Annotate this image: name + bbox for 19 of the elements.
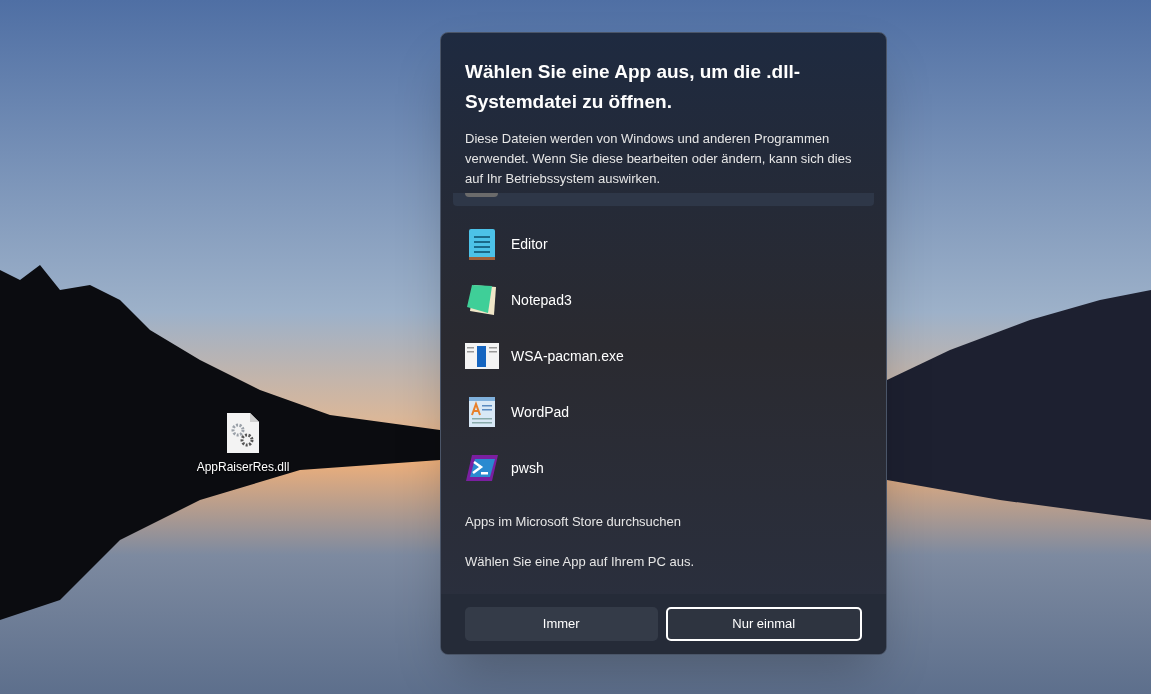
dialog-link[interactable]: Apps im Microsoft Store durchsuchen xyxy=(465,512,862,532)
app-list-item[interactable]: pwsh xyxy=(453,440,874,496)
dialog-description: Diese Dateien werden von Windows und anderen Programmen verwendet. Wenn Sie diese bearbeiten oder ändern, kann sich dies auf Ihr Betriebssystem auswirken. xyxy=(465,130,853,188)
app-list-item[interactable]: WordPad xyxy=(453,384,874,440)
wordpad-icon xyxy=(468,396,496,428)
dialog-title: Wählen Sie eine App aus, um die .dll-Systemdatei zu öffnen. xyxy=(465,60,801,114)
notepad-icon xyxy=(466,283,498,317)
settings-file-icon xyxy=(226,412,260,454)
notepad-icon xyxy=(467,227,497,261)
dialog-button[interactable]: Nur einmal xyxy=(665,607,862,641)
window-icon xyxy=(465,343,499,369)
app-list-item[interactable]: Editor xyxy=(453,216,874,272)
desktop-icon[interactable]: AppRaiserRes.dll xyxy=(192,412,294,476)
app-list-item[interactable]: WSA-pacman.exe xyxy=(453,328,874,384)
desktop-icon-label: AppRaiserRes.dll xyxy=(196,459,290,476)
dialog-link[interactable]: Wählen Sie eine App auf Ihrem PC aus. xyxy=(465,552,862,572)
terminal-icon xyxy=(466,455,498,481)
dialog-button[interactable]: Immer xyxy=(465,607,658,641)
app-list-item[interactable]: Notepad3 xyxy=(453,272,874,328)
